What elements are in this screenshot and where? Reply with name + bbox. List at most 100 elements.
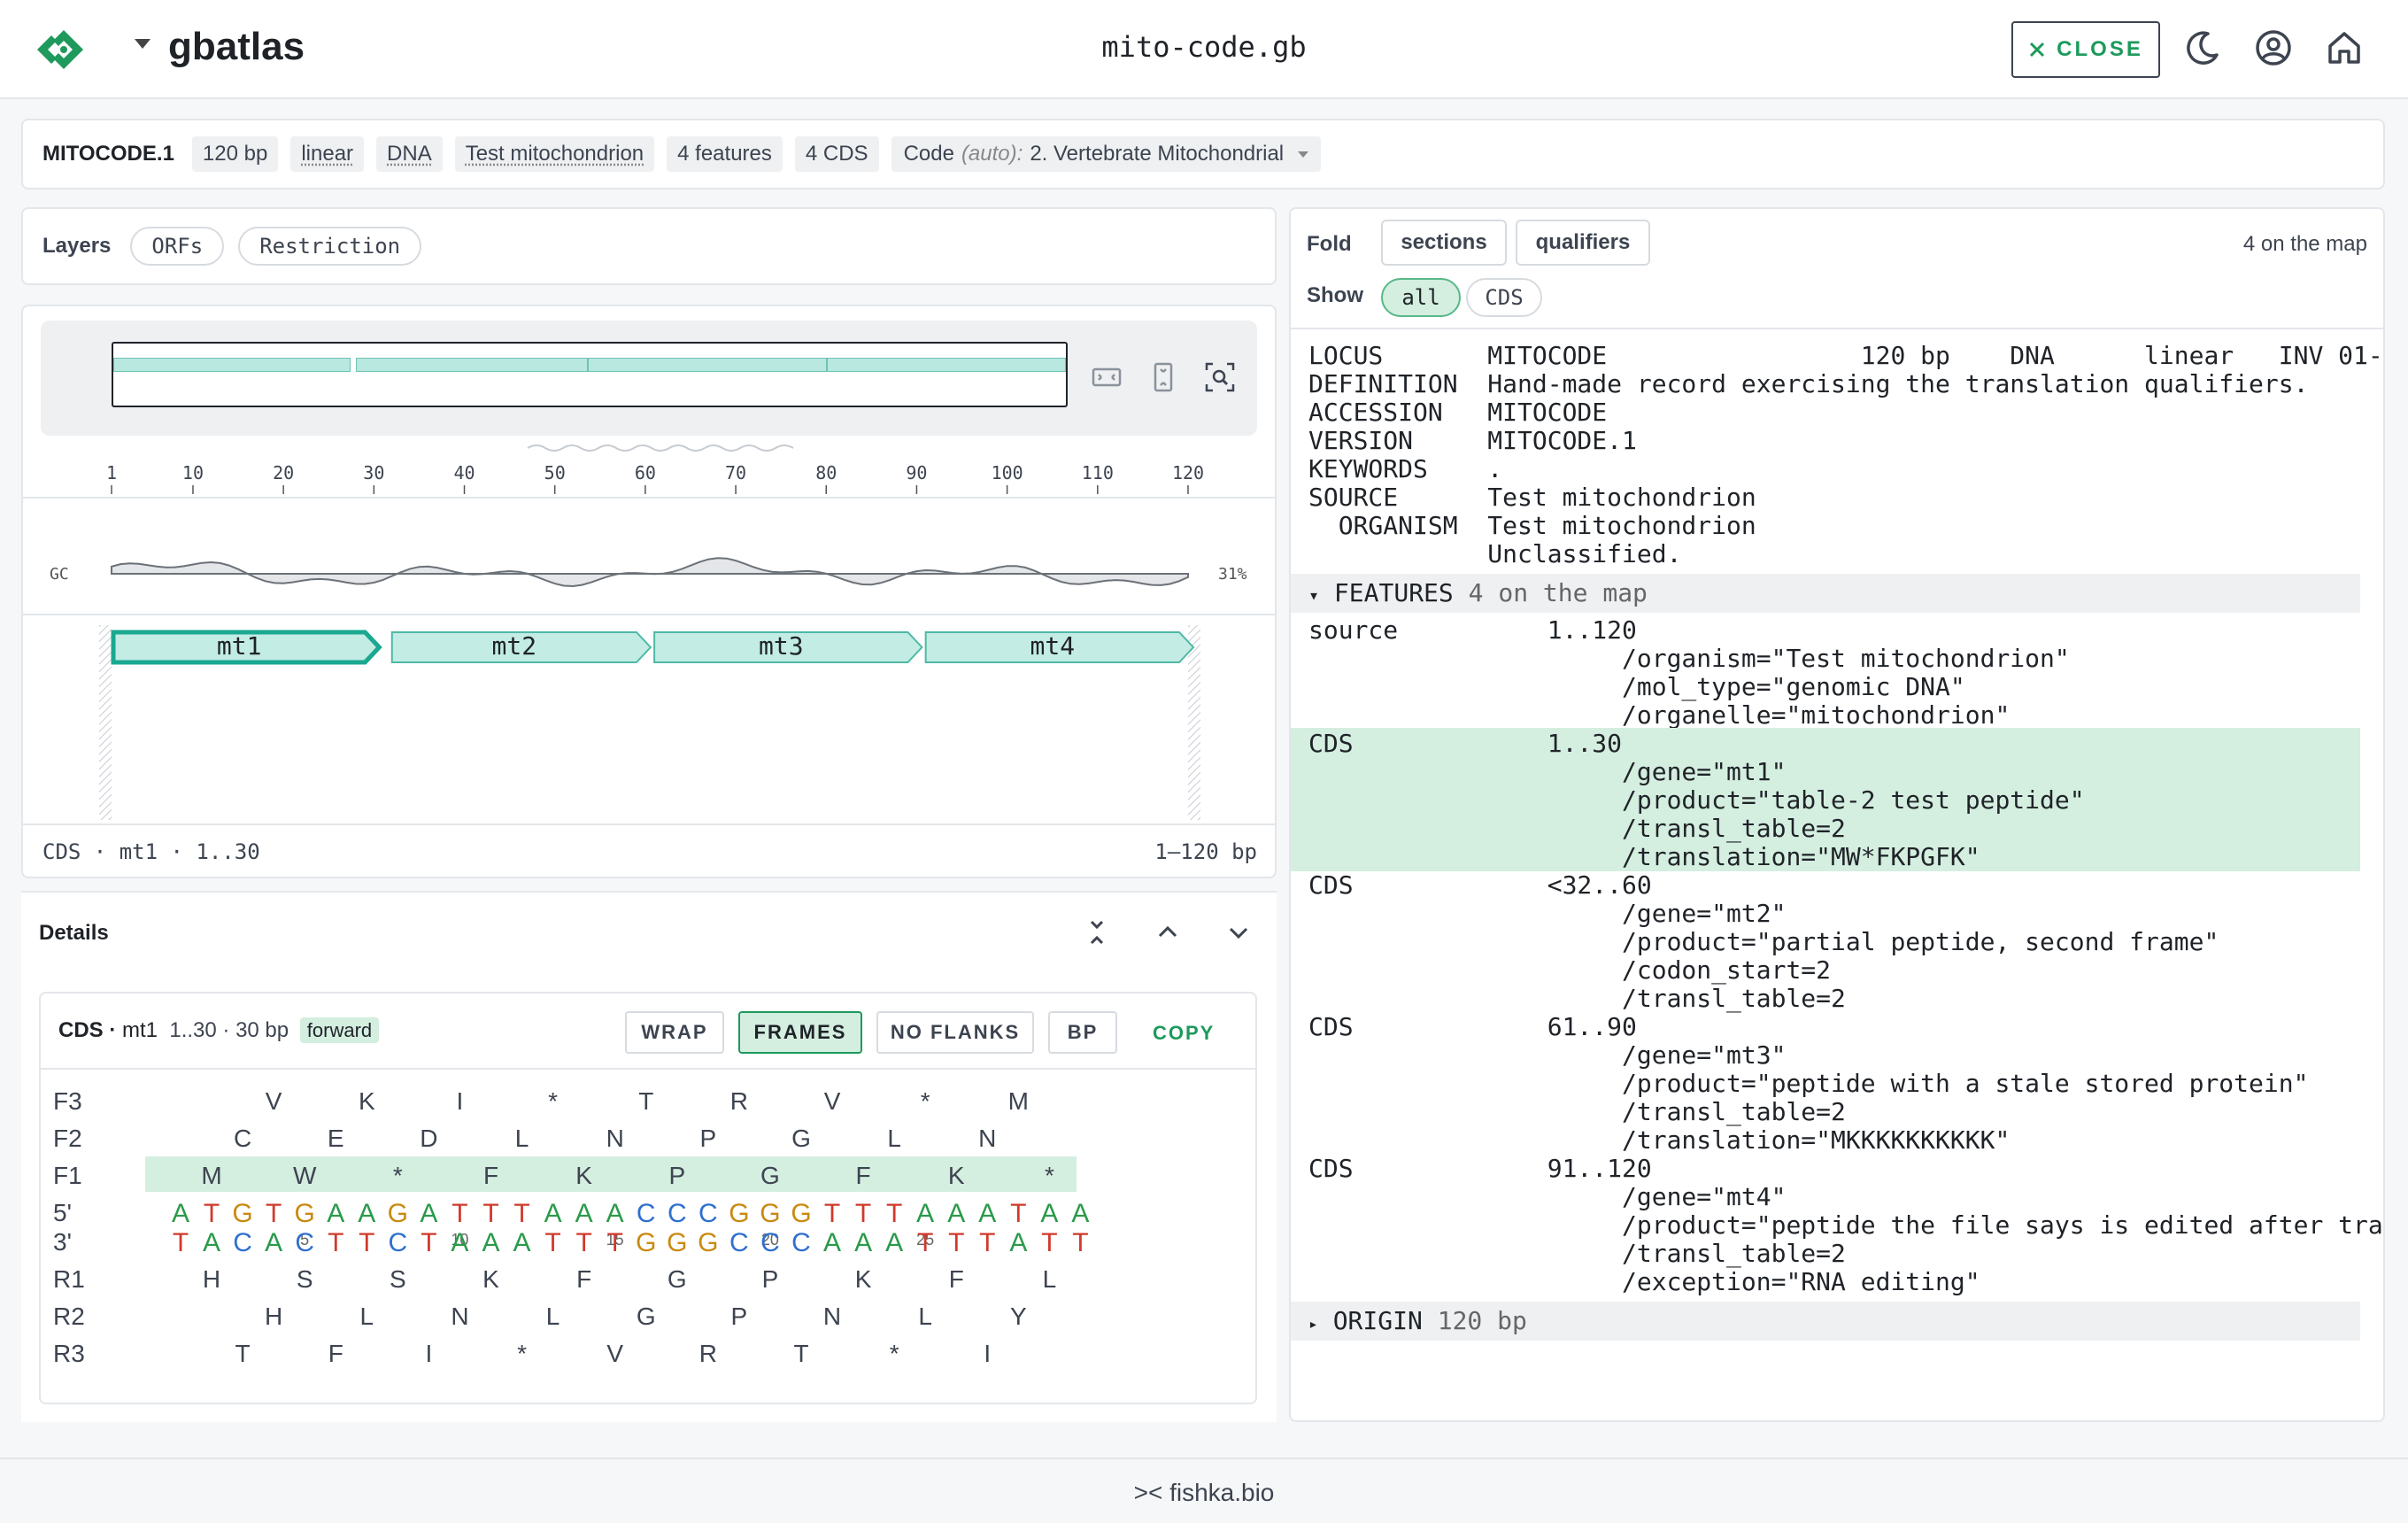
layer-restriction-toggle[interactable]: Restriction <box>238 227 422 266</box>
feature-arrow-mt3[interactable]: mt3 <box>653 631 923 663</box>
no-flanks-button[interactable]: NO FLANKS <box>876 1011 1034 1054</box>
feature-range: 1..30 · 30 bp <box>169 1018 289 1042</box>
footer-credit[interactable]: >< fishka.bio <box>1134 1479 1275 1507</box>
amino-acid: C <box>233 1125 252 1152</box>
ruler-tick-label: 1 <box>106 462 117 483</box>
overview-feature-mt3[interactable] <box>588 358 827 372</box>
amino-acid: T <box>638 1087 654 1115</box>
nucleotide: A <box>482 1228 500 1257</box>
features-section-header[interactable]: ▾ FEATURES 4 on the map <box>1291 574 2360 613</box>
amino-acid: M <box>201 1162 222 1189</box>
amino-acid: I <box>425 1340 433 1367</box>
organism-chip[interactable]: Test mitochondrion <box>454 136 655 172</box>
features-note: 4 on the map <box>1468 578 1648 607</box>
show-cds-pill[interactable]: CDS <box>1466 278 1542 317</box>
genbank-feature-line[interactable]: CDS <32..60 <box>1308 871 1652 900</box>
map-left-boundary <box>99 625 112 820</box>
fold-qualifiers-button[interactable]: qualifiers <box>1516 220 1650 266</box>
amino-acid: K <box>482 1265 499 1293</box>
layers-bar: Layers ORFs Restriction <box>21 207 1277 285</box>
amino-acid: G <box>667 1265 687 1293</box>
chevron-down-icon[interactable] <box>1223 917 1254 947</box>
genbank-qualifier-line: /organelle="mitochondrion" <box>1308 700 2011 730</box>
nucleotide: T <box>575 1228 592 1257</box>
account-icon[interactable] <box>2252 27 2295 69</box>
topology-chip[interactable]: linear <box>290 136 365 172</box>
amino-acid: H <box>202 1265 221 1293</box>
genbank-feature-line[interactable]: CDS 1..30 <box>1308 730 1622 758</box>
layer-orfs-toggle[interactable]: ORFs <box>130 227 225 266</box>
sequence-card-header: CDS · mt1 1..30 · 30 bp forward WRAP FRA… <box>41 993 1255 1070</box>
amino-acid: T <box>793 1340 809 1367</box>
overview-viewport[interactable] <box>112 342 1068 407</box>
close-button[interactable]: CLOSE <box>2011 21 2160 78</box>
amino-acid: V <box>265 1087 282 1115</box>
ruler-tick-label: 20 <box>273 462 294 483</box>
genbank-feature-line[interactable]: CDS 91..120 <box>1308 1155 1652 1183</box>
feature-label: mt3 <box>759 631 804 661</box>
overview-feature-mt1[interactable] <box>113 358 351 372</box>
sequence-map-panel: 1 10 20 30 40 50 60 70 80 90 100 110 120 GC 31% mt1 m… <box>21 305 1277 878</box>
amino-acid: P <box>730 1303 748 1330</box>
genbank-qualifier-line: /gene="mt2" <box>1308 899 1787 928</box>
nucleotide: T <box>421 1228 437 1257</box>
length-chip: 120 bp <box>191 136 279 172</box>
nucleotide: C <box>791 1228 811 1257</box>
fit-height-icon[interactable] <box>1147 361 1179 393</box>
theme-moon-icon[interactable] <box>2181 27 2224 69</box>
amino-acid: F <box>328 1340 343 1367</box>
genbank-header-line: ACCESSION MITOCODE <box>1308 398 1608 427</box>
overview-feature-mt4[interactable] <box>827 358 1066 372</box>
strand-badge: forward <box>299 1017 380 1043</box>
brand-name[interactable]: gbatlas <box>168 25 305 69</box>
zoom-search-icon[interactable] <box>1204 361 1236 393</box>
origin-section-header[interactable]: ▸ ORIGIN 120 bp <box>1291 1302 2360 1341</box>
ruler-tick-label: 110 <box>1082 462 1114 483</box>
ruler-tick-label: 70 <box>725 462 746 483</box>
amino-acid: F <box>482 1162 499 1189</box>
chevron-up-icon[interactable] <box>1153 917 1183 947</box>
code-auto-label: (auto): <box>961 142 1023 166</box>
frame-row-f3: F3 V K I * T R V * M <box>41 1082 1255 1117</box>
home-icon[interactable] <box>2323 27 2366 69</box>
bp-button[interactable]: BP <box>1048 1011 1117 1054</box>
moltype-chip[interactable]: DNA <box>376 136 443 172</box>
feature-arrow-mt4[interactable]: mt4 <box>924 631 1195 663</box>
feature-arrow-mt1[interactable]: mt1 <box>111 630 382 665</box>
feature-label: mt4 <box>1030 631 1076 661</box>
code-value: 2. Vertebrate Mitochondrial <box>1030 142 1285 166</box>
collapse-icon[interactable] <box>1082 917 1112 947</box>
brand-dropdown-icon[interactable] <box>135 39 150 49</box>
feature-label: mt1 <box>217 631 262 661</box>
genbank-qualifier-line: /product="partial peptide, second frame" <box>1308 927 2219 956</box>
features-count-chip: 4 features <box>667 136 783 172</box>
gbatlas-logo-icon[interactable] <box>34 23 94 76</box>
layers-label: Layers <box>42 234 112 258</box>
copy-button[interactable]: COPY <box>1153 1022 1215 1045</box>
genbank-qualifier-line: /organism="Test mitochondrion" <box>1308 644 2070 673</box>
wrap-button[interactable]: WRAP <box>625 1011 724 1054</box>
fit-width-icon[interactable] <box>1091 361 1123 393</box>
gc-track-label: GC <box>50 565 69 584</box>
frames-button[interactable]: FRAMES <box>738 1011 862 1054</box>
genetic-code-select[interactable]: Code (auto): 2. Vertebrate Mitochondrial <box>891 136 1322 172</box>
frame-row-f1: F1 M W * F K P G F K * <box>41 1156 1255 1192</box>
amino-acid: N <box>606 1125 624 1152</box>
fold-sections-button[interactable]: sections <box>1381 220 1507 266</box>
feature-type: CDS <box>58 1018 104 1042</box>
nucleotide: A <box>513 1228 531 1257</box>
amino-acid: L <box>918 1303 932 1330</box>
overview-feature-mt2[interactable] <box>356 358 588 372</box>
ruler-tick-label: 60 <box>635 462 656 483</box>
genbank-feature-line[interactable]: source 1..120 <box>1308 616 1637 645</box>
close-icon <box>2030 42 2045 58</box>
genbank-header-line: KEYWORDS . <box>1308 454 1503 483</box>
app-footer: >< fishka.bio <box>0 1457 2408 1523</box>
show-all-pill[interactable]: all <box>1381 278 1461 317</box>
frame-row-r2: R2 H L N L G P N L Y <box>41 1297 1255 1333</box>
amino-acid: * <box>920 1087 930 1115</box>
feature-arrow-mt2[interactable]: mt2 <box>390 631 652 663</box>
frame-label: R2 <box>53 1303 85 1330</box>
genbank-feature-line[interactable]: CDS 61..90 <box>1308 1013 1637 1041</box>
frame-label: F2 <box>53 1125 82 1152</box>
